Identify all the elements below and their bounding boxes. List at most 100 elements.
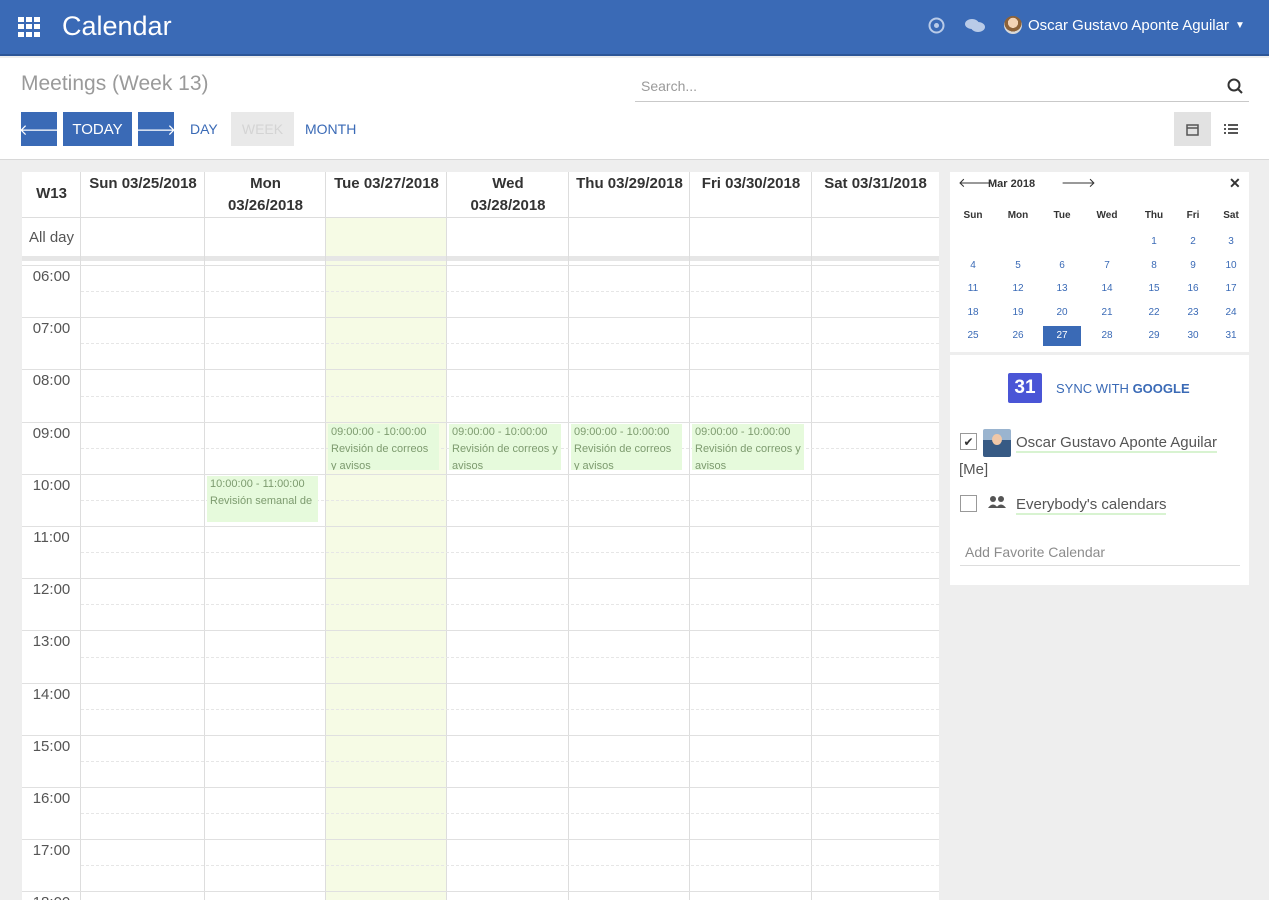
mini-day[interactable]: 1: [1135, 232, 1173, 252]
breadcrumb: Meetings (Week 13): [21, 72, 209, 95]
hour-label: 08:00: [32, 372, 71, 390]
calendar-icon: [1186, 123, 1199, 136]
calendar-event[interactable]: 09:00:00 - 10:00:00 Revisión de correos y…: [692, 423, 804, 470]
help-icon[interactable]: [928, 17, 945, 39]
mini-day[interactable]: 22: [1135, 303, 1173, 323]
hour-label: 14:00: [32, 685, 71, 703]
column-divider: [325, 172, 326, 900]
attendee-checkbox-everybody[interactable]: [960, 495, 977, 512]
week-mode-button[interactable]: WEEK: [231, 112, 294, 146]
apps-menu-icon[interactable]: [18, 17, 40, 37]
hour-label: 17:00: [32, 842, 71, 860]
hour-label: 06:00: [32, 268, 71, 285]
mini-calendar: 🡐 Mar 2018 🡒 ✕ Sun Mon Tue Wed Thu Fri Sat 1 2 3 4…: [950, 172, 1249, 352]
mini-day[interactable]: 13: [1043, 279, 1081, 299]
half-hour-line: [81, 760, 939, 762]
calendar-event[interactable]: 10:00:00 - 11:00:00 Revisión semanal de: [207, 475, 318, 522]
mini-day[interactable]: 3: [1212, 232, 1250, 252]
day-header-label: Mon: [250, 175, 281, 192]
event-time: 09:00:00 - 10:00:00: [331, 425, 427, 438]
hour-line: [22, 787, 939, 788]
hour-label: 07:00: [32, 320, 71, 338]
mini-next-icon[interactable]: 🡒: [1061, 175, 1096, 191]
attendee-name-me: Oscar Gustavo Aponte Aguilar: [1016, 434, 1217, 453]
sync-google-button[interactable]: 31 SYNC WITH GOOGLE: [1008, 373, 1190, 403]
chevron-down-icon: ▼: [1234, 19, 1245, 31]
google-calendar-icon: 31: [1008, 373, 1042, 403]
list-view-button[interactable]: [1212, 112, 1249, 146]
hour-line: [22, 682, 939, 684]
mini-day[interactable]: 30: [1174, 326, 1212, 346]
mini-day[interactable]: 15: [1135, 279, 1173, 299]
app-title: Calendar: [62, 11, 172, 41]
calendar-view-button[interactable]: [1174, 112, 1211, 146]
mini-dow-label: Sun: [963, 210, 983, 221]
avatar: [1004, 16, 1022, 34]
calendar-event[interactable]: 09:00:00 - 10:00:00 Revisión de correos y…: [328, 423, 439, 470]
mini-day[interactable]: 29: [1135, 326, 1173, 346]
mini-day[interactable]: 5: [999, 256, 1037, 276]
mini-day[interactable]: 4: [954, 256, 992, 276]
mini-day[interactable]: 6: [1043, 256, 1081, 276]
month-mode-button[interactable]: MONTH: [305, 121, 356, 137]
mini-day[interactable]: 12: [999, 279, 1037, 299]
mini-day[interactable]: 11: [954, 279, 992, 299]
today-column: [326, 218, 447, 900]
event-title: Revisión de correos y avisos: [331, 442, 429, 470]
today-button[interactable]: TODAY: [63, 112, 132, 146]
mini-dow-label: Sat: [1223, 210, 1239, 221]
mini-day[interactable]: 18: [954, 303, 992, 323]
mini-day[interactable]: 28: [1088, 326, 1126, 346]
half-hour-line: [81, 813, 939, 815]
mini-day[interactable]: 7: [1088, 256, 1126, 276]
day-mode-button[interactable]: DAY: [190, 121, 218, 137]
mini-day[interactable]: 16: [1174, 279, 1212, 299]
attendee-avatar: [983, 429, 1011, 457]
mini-day[interactable]: 10: [1212, 256, 1250, 276]
user-menu[interactable]: Oscar Gustavo Aponte Aguilar ▼: [1004, 16, 1245, 34]
mini-day[interactable]: 31: [1212, 326, 1250, 346]
mini-calendar-title: Mar 2018: [988, 178, 1036, 190]
close-icon[interactable]: ✕: [1229, 175, 1241, 192]
mini-day[interactable]: 21: [1088, 303, 1126, 323]
mini-day[interactable]: 8: [1135, 256, 1173, 276]
day-header-label: Fri 03/30/2018: [701, 175, 801, 192]
mini-day[interactable]: 2: [1174, 232, 1212, 252]
next-button[interactable]: 🡒: [136, 112, 176, 146]
prev-button[interactable]: 🡐: [18, 112, 60, 146]
mini-day[interactable]: 20: [1043, 303, 1081, 323]
day-header-1: Mon 03/26/2018: [205, 172, 326, 218]
mini-day[interactable]: 23: [1174, 303, 1212, 323]
hour-line: [22, 317, 939, 319]
calendar-event[interactable]: 09:00:00 - 10:00:00 Revisión de correos y…: [449, 423, 561, 470]
hour-label: 12:00: [32, 581, 71, 599]
hour-label: 16:00: [32, 790, 71, 807]
mini-day[interactable]: 24: [1212, 303, 1250, 323]
day-header-label: Tue 03/27/2018: [334, 175, 439, 192]
hour-label: 10:00: [32, 476, 71, 494]
hour-line: [22, 578, 939, 580]
mini-day[interactable]: 19: [999, 303, 1037, 323]
mini-day[interactable]: 9: [1174, 256, 1212, 276]
mini-day[interactable]: 17: [1212, 279, 1250, 299]
mini-day[interactable]: 25: [954, 326, 992, 346]
search-icon[interactable]: [1227, 78, 1243, 94]
search-input[interactable]: [635, 72, 1195, 100]
mini-day[interactable]: 14: [1088, 279, 1126, 299]
half-hour-line: [81, 395, 939, 397]
mini-day[interactable]: 27: [1043, 326, 1081, 346]
chat-icon[interactable]: [964, 17, 986, 39]
hour-line: [22, 839, 939, 841]
day-header-2: Tue 03/27/2018: [326, 172, 447, 218]
event-time: 09:00:00 - 10:00:00: [695, 425, 791, 438]
attendee-checkbox-me[interactable]: ✔: [960, 433, 977, 450]
control-panel: Meetings (Week 13) 🡐 TODAY 🡒 DAY WEEK MO…: [0, 58, 1269, 160]
mini-dow-label: Fri: [1186, 210, 1200, 221]
calendar-sidebar: 🡐 Mar 2018 🡒 ✕ Sun Mon Tue Wed Thu Fri Sat 1 2 3 4…: [950, 172, 1249, 585]
hour-label: 18:00: [22, 894, 81, 900]
arrow-left-icon: 🡐: [18, 121, 60, 139]
calendar-event[interactable]: 09:00:00 - 10:00:00 Revisión de correos y…: [571, 423, 682, 470]
add-favorite-calendar-input[interactable]: Add Favorite Calendar: [960, 538, 1240, 566]
mini-day[interactable]: 26: [999, 326, 1037, 346]
event-time: 09:00:00 - 10:00:00: [452, 425, 548, 438]
